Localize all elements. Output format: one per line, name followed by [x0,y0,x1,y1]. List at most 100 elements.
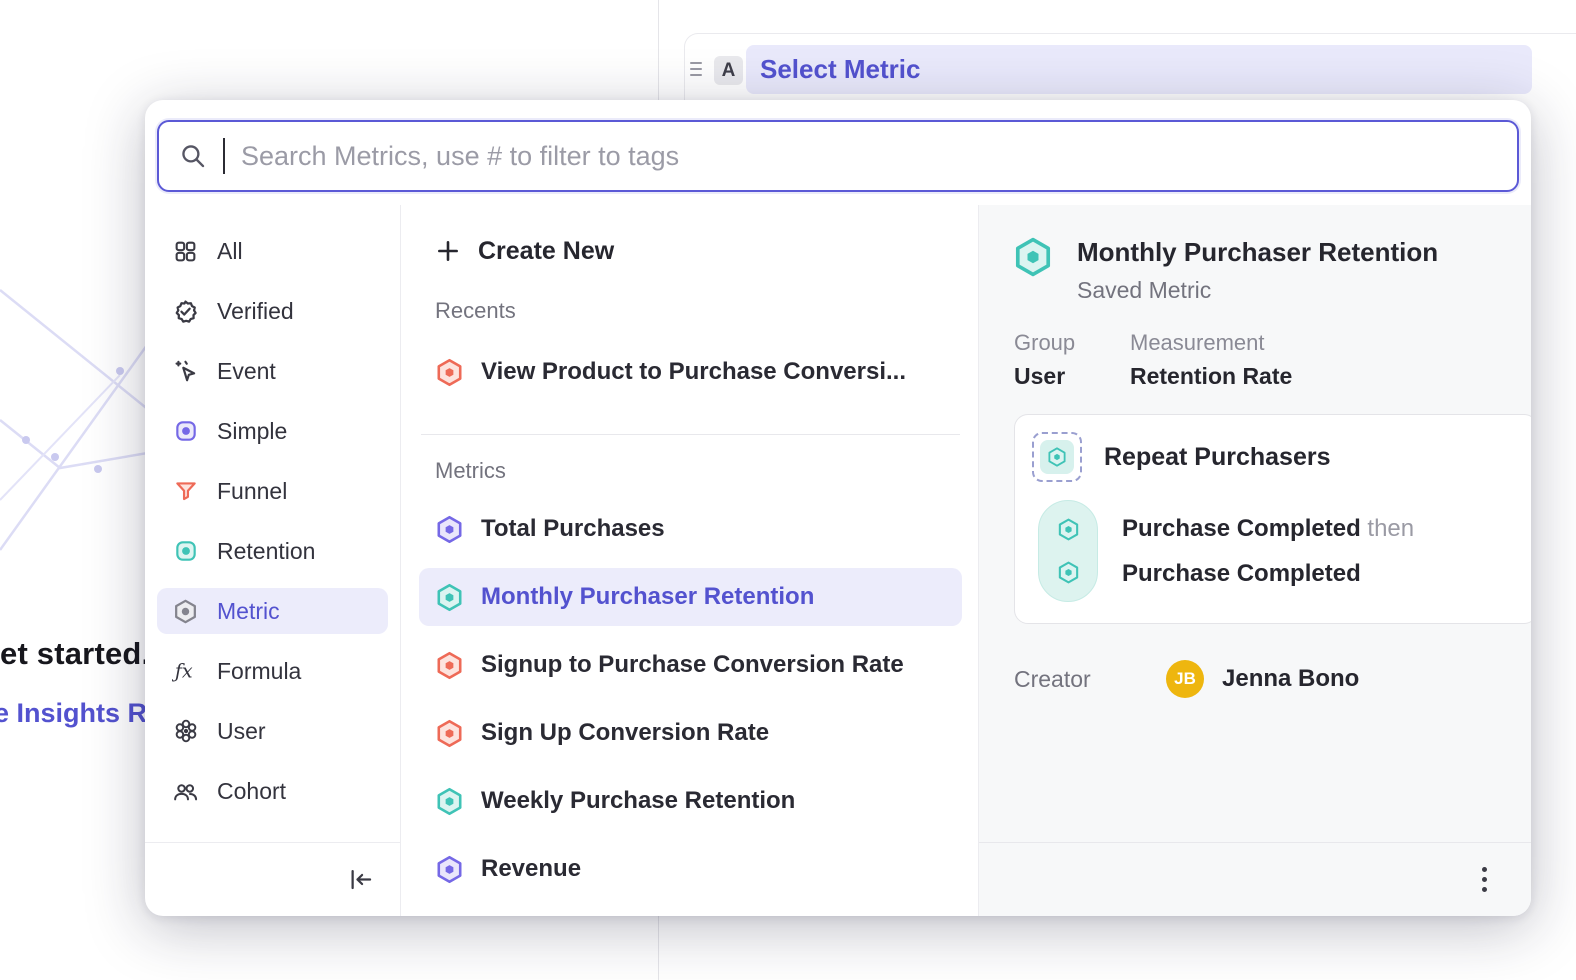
search-input[interactable] [241,141,1497,172]
verified-badge-icon [172,298,199,325]
step-2-event: Purchase Completed [1122,560,1361,587]
metric-item-sign-up-conversion-rate[interactable]: Sign Up Conversion Rate [419,704,962,762]
hexagon-teal-icon [434,786,465,817]
metric-item-label: Total Purchases [481,515,665,543]
sidebar-item-label: Simple [217,418,287,445]
metrics-section-header: Metrics [435,457,962,485]
metric-item-weekly-purchase-retention[interactable]: Weekly Purchase Retention [419,772,962,830]
sidebar-item-verified[interactable]: Verified [157,288,388,334]
metric-picker-modal: All Verified [145,100,1531,916]
recent-item-view-product-to-purchase[interactable]: View Product to Purchase Conversi... [419,343,962,401]
sidebar-item-metric[interactable]: Metric [157,588,388,634]
repeat-purchasers-card: Repeat Purchasers [1014,414,1531,624]
steps-connector-pill [1038,500,1098,602]
plus-icon [435,238,461,264]
metric-subtitle: Saved Metric [1077,277,1438,304]
sidebar-item-formula[interactable]: ƒx Formula [157,648,388,694]
hexagon-teal-icon [1011,235,1055,279]
sidebar-item-label: All [217,238,243,265]
category-sidebar: All Verified [145,205,401,916]
sidebar-item-retention[interactable]: Retention [157,528,388,574]
search-bar[interactable] [157,120,1519,192]
collapse-left-icon [347,866,374,893]
recent-item-label: View Product to Purchase Conversi... [481,358,906,386]
list-divider [421,434,960,435]
metric-item-label: Weekly Purchase Retention [481,787,795,815]
metric-item-revenue[interactable]: Revenue [419,840,962,898]
metric-item-total-purchases[interactable]: Total Purchases [419,500,962,558]
step-hexagon-icon [1056,517,1081,542]
sidebar-item-funnel[interactable]: Funnel [157,468,388,514]
recents-section-header: Recents [435,297,962,325]
metric-meta: Group Measurement User Retention Rate [1014,330,1505,390]
step-connector: then [1367,515,1414,542]
metric-item-label: Signup to Purchase Conversion Rate [481,651,904,679]
metric-title: Monthly Purchaser Retention [1077,237,1438,268]
metric-hexagon-icon [172,598,199,625]
creator-row: Creator JB Jenna Bono [1014,660,1505,698]
simple-metric-icon [172,418,199,445]
measurement-label: Measurement [1130,330,1505,356]
metric-item-monthly-purchaser-retention[interactable]: Monthly Purchaser Retention [419,568,962,626]
formula-icon: ƒx [172,658,199,685]
sidebar-item-user[interactable]: User [157,708,388,754]
creator-name: Jenna Bono [1222,665,1359,693]
search-icon [179,142,207,170]
metric-item-label: Revenue [481,855,581,883]
sidebar-item-all[interactable]: All [157,228,388,274]
card-title: Repeat Purchasers [1104,443,1331,472]
step-1: Purchase Completed then [1122,515,1414,543]
detail-header: Monthly Purchaser Retention Saved Metric [1011,235,1505,304]
hexagon-teal-icon [434,582,465,613]
hexagon-coral-icon [434,650,465,681]
step-hexagon-icon [1056,560,1081,585]
metric-item-label: Sign Up Conversion Rate [481,719,769,747]
sidebar-item-label: Cohort [217,778,286,805]
sidebar-item-label: Formula [217,658,301,685]
measurement-value: Retention Rate [1130,363,1505,390]
sidebar-item-event[interactable]: Event [157,348,388,394]
metric-letter-badge[interactable]: A [714,56,743,85]
hexagon-coral-icon [434,357,465,388]
user-flower-icon [172,718,199,745]
text-caret [223,138,225,174]
group-label: Group [1014,330,1106,356]
metric-item-signup-to-purchase-conversion-rate[interactable]: Signup to Purchase Conversion Rate [419,636,962,694]
sidebar-item-cohort[interactable]: Cohort [157,768,388,814]
sidebar-footer [145,842,400,916]
insights-report-link-fragment[interactable]: e Insights Re [0,698,162,729]
metric-detail-panel: Monthly Purchaser Retention Saved Metric… [979,205,1531,916]
detail-footer [979,842,1531,916]
hexagon-purple-icon [434,514,465,545]
select-metric-field[interactable]: Select Metric [746,45,1532,94]
sidebar-item-label: Retention [217,538,315,565]
sidebar-item-simple[interactable]: Simple [157,408,388,454]
screen: et started. e Insights Re A Select Metri… [0,0,1576,980]
cursor-click-icon [172,358,199,385]
sidebar-item-label: Event [217,358,276,385]
step-2: Purchase Completed [1122,560,1414,588]
hexagon-teal-icon [1046,446,1068,468]
sidebar-item-label: User [217,718,266,745]
hexagon-coral-icon [434,718,465,749]
step-1-event: Purchase Completed [1122,515,1361,542]
group-value: User [1014,363,1106,390]
sidebar-item-label: Verified [217,298,294,325]
select-metric-label: Select Metric [760,54,920,85]
retention-icon [172,538,199,565]
metric-item-label: Monthly Purchaser Retention [481,583,814,611]
sidebar-item-label: Funnel [217,478,287,505]
metric-list: Create New Recents View Product to Purch… [401,205,979,916]
collapse-sidebar-button[interactable] [347,866,374,893]
create-new-button[interactable]: Create New [419,225,962,277]
cohort-people-icon [172,778,199,805]
drag-handle-icon[interactable] [690,62,702,76]
dashed-metric-icon [1032,432,1082,482]
create-new-label: Create New [478,237,614,266]
overflow-menu-button[interactable] [1476,861,1493,898]
creator-label: Creator [1014,666,1166,693]
grid-icon [172,238,199,265]
page-headline-fragment: et started. [0,636,150,672]
svg-text:ƒx: ƒx [172,659,193,682]
creator-avatar: JB [1166,660,1204,698]
